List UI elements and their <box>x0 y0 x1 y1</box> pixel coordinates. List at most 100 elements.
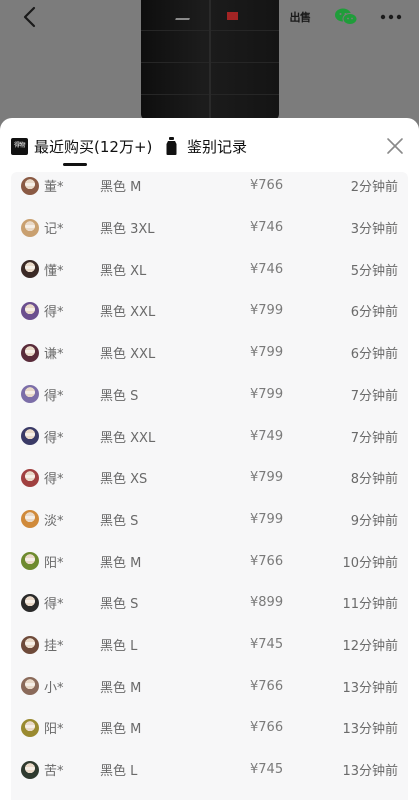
product-spec: 黑色 M <box>100 555 142 571</box>
more-icon <box>380 14 402 20</box>
price: ¥799 <box>250 470 284 486</box>
list-item: 得* 黑色 XXL ¥749 7分钟前 <box>11 415 408 457</box>
dewu-logo-icon: 得物 <box>11 137 28 155</box>
purchase-time: 13分钟前 <box>342 680 398 696</box>
list-item: 淡* 黑色 S ¥799 9分钟前 <box>11 499 408 541</box>
price: ¥799 <box>250 303 284 319</box>
brand-logo-mark <box>175 10 193 20</box>
avatar <box>21 718 39 737</box>
purchase-time: 13分钟前 <box>342 722 398 738</box>
price: ¥799 <box>250 511 284 527</box>
list-item: 小* 黑色 M ¥766 13分钟前 <box>11 665 408 707</box>
price: ¥766 <box>250 553 284 569</box>
buyer-name: 董* <box>44 180 64 196</box>
buyer-name: 阳* <box>44 722 64 738</box>
purchase-time: 12分钟前 <box>342 639 398 655</box>
buyer-name: 苦* <box>44 764 64 780</box>
purchase-time: 7分钟前 <box>350 388 398 404</box>
list-item: 挂* 黑色 L ¥745 12分钟前 <box>11 624 408 666</box>
sheet-tabs: 得物 最近购买(12万+) 鉴别记录 <box>0 118 419 172</box>
avatar <box>21 260 39 279</box>
sell-label: 出售 <box>289 11 312 24</box>
bottle-icon <box>166 137 177 155</box>
avatar <box>21 510 39 529</box>
product-image <box>141 0 279 120</box>
buyer-name: 小* <box>44 680 64 696</box>
active-tab-indicator <box>63 163 87 166</box>
product-spec: 黑色 L <box>100 764 138 780</box>
wechat-icon <box>335 8 358 25</box>
buyer-name: 谦* <box>44 347 64 363</box>
purchase-time: 8分钟前 <box>350 472 398 488</box>
buyer-name: 得* <box>44 430 64 446</box>
purchase-time: 7分钟前 <box>350 430 398 446</box>
buyer-name: 淡* <box>44 513 64 529</box>
buyer-name: 得* <box>44 388 64 404</box>
dewu-logo-text: 得物 <box>13 142 26 149</box>
buyer-name: 懂* <box>44 263 64 279</box>
buyer-name: 得* <box>44 597 64 613</box>
list-item: 阳* 黑色 M ¥766 10分钟前 <box>11 540 408 582</box>
price: ¥799 <box>250 386 284 402</box>
avatar <box>21 176 39 195</box>
product-spec: 黑色 XL <box>100 263 147 279</box>
avatar <box>21 218 39 237</box>
price: ¥766 <box>250 678 284 694</box>
list-item: 得* 黑色 XS ¥799 8分钟前 <box>11 457 408 499</box>
price: ¥899 <box>250 595 284 611</box>
flag-patch <box>227 12 238 20</box>
purchase-time: 3分钟前 <box>350 222 398 238</box>
purchase-time: 9分钟前 <box>350 513 398 529</box>
avatar <box>21 468 39 487</box>
tab-recent-label: 最近购买(12万+) <box>34 137 153 156</box>
buyer-name: 得* <box>44 472 64 488</box>
price: ¥746 <box>250 220 284 236</box>
buyer-name: 阳* <box>44 555 64 571</box>
list-item: 得* 黑色 S ¥899 11分钟前 <box>11 582 408 624</box>
product-spec: 黑色 XS <box>100 472 148 488</box>
price: ¥766 <box>250 178 284 194</box>
wechat-share-button[interactable] <box>332 4 360 30</box>
product-spec: 黑色 XXL <box>100 347 156 363</box>
purchase-time: 13分钟前 <box>342 764 398 780</box>
sell-button[interactable]: 出售 <box>286 4 314 30</box>
purchase-sheet: 得物 最近购买(12万+) 鉴别记录 董* 黑色 M ¥766 2分钟前 记* 黑色 3X… <box>0 118 419 800</box>
avatar <box>21 552 39 571</box>
tab-recent-purchases[interactable]: 得物 最近购买(12万+) <box>11 132 152 160</box>
product-spec: 黑色 L <box>100 639 138 655</box>
product-spec: 黑色 3XL <box>100 222 155 238</box>
list-item: 得* 黑色 S ¥799 7分钟前 <box>11 374 408 416</box>
purchase-time: 5分钟前 <box>350 263 398 279</box>
avatar <box>21 343 39 362</box>
product-spec: 黑色 XXL <box>100 305 156 321</box>
price: ¥749 <box>250 428 284 444</box>
product-spec: 黑色 M <box>100 680 142 696</box>
avatar <box>21 385 39 404</box>
list-item: 董* 黑色 M ¥766 2分钟前 <box>11 172 408 207</box>
tab-authentication-records[interactable]: 鉴别记录 <box>163 132 247 160</box>
purchase-list: 董* 黑色 M ¥766 2分钟前 记* 黑色 3XL ¥746 3分钟前 懂* 黑色 XL ¥74… <box>11 172 408 800</box>
price: ¥746 <box>250 261 284 277</box>
chevron-left-icon <box>23 6 36 28</box>
product-spec: 黑色 S <box>100 388 139 404</box>
avatar <box>21 677 39 696</box>
product-spec: 黑色 M <box>100 722 142 738</box>
product-backdrop: 出售 <box>0 0 419 120</box>
buyer-name: 挂* <box>44 639 64 655</box>
close-button[interactable] <box>384 135 406 157</box>
avatar <box>21 301 39 320</box>
buyer-name: 得* <box>44 305 64 321</box>
product-spec: 黑色 S <box>100 597 139 613</box>
purchase-time: 10分钟前 <box>342 555 398 571</box>
page: 出售 得物 最近购买(12万+) 鉴别记录 董* 黑色 M ¥766 2分钟前 … <box>0 0 419 800</box>
back-button[interactable] <box>14 4 44 30</box>
price: ¥745 <box>250 637 284 653</box>
price: ¥745 <box>250 762 284 778</box>
product-spec: 黑色 S <box>100 513 139 529</box>
close-icon <box>387 138 403 154</box>
jacket-zipper <box>209 0 211 120</box>
price: ¥799 <box>250 345 284 361</box>
price: ¥766 <box>250 720 284 736</box>
more-button[interactable] <box>376 4 406 30</box>
list-item: 阳* 黑色 M ¥766 13分钟前 <box>11 707 408 749</box>
